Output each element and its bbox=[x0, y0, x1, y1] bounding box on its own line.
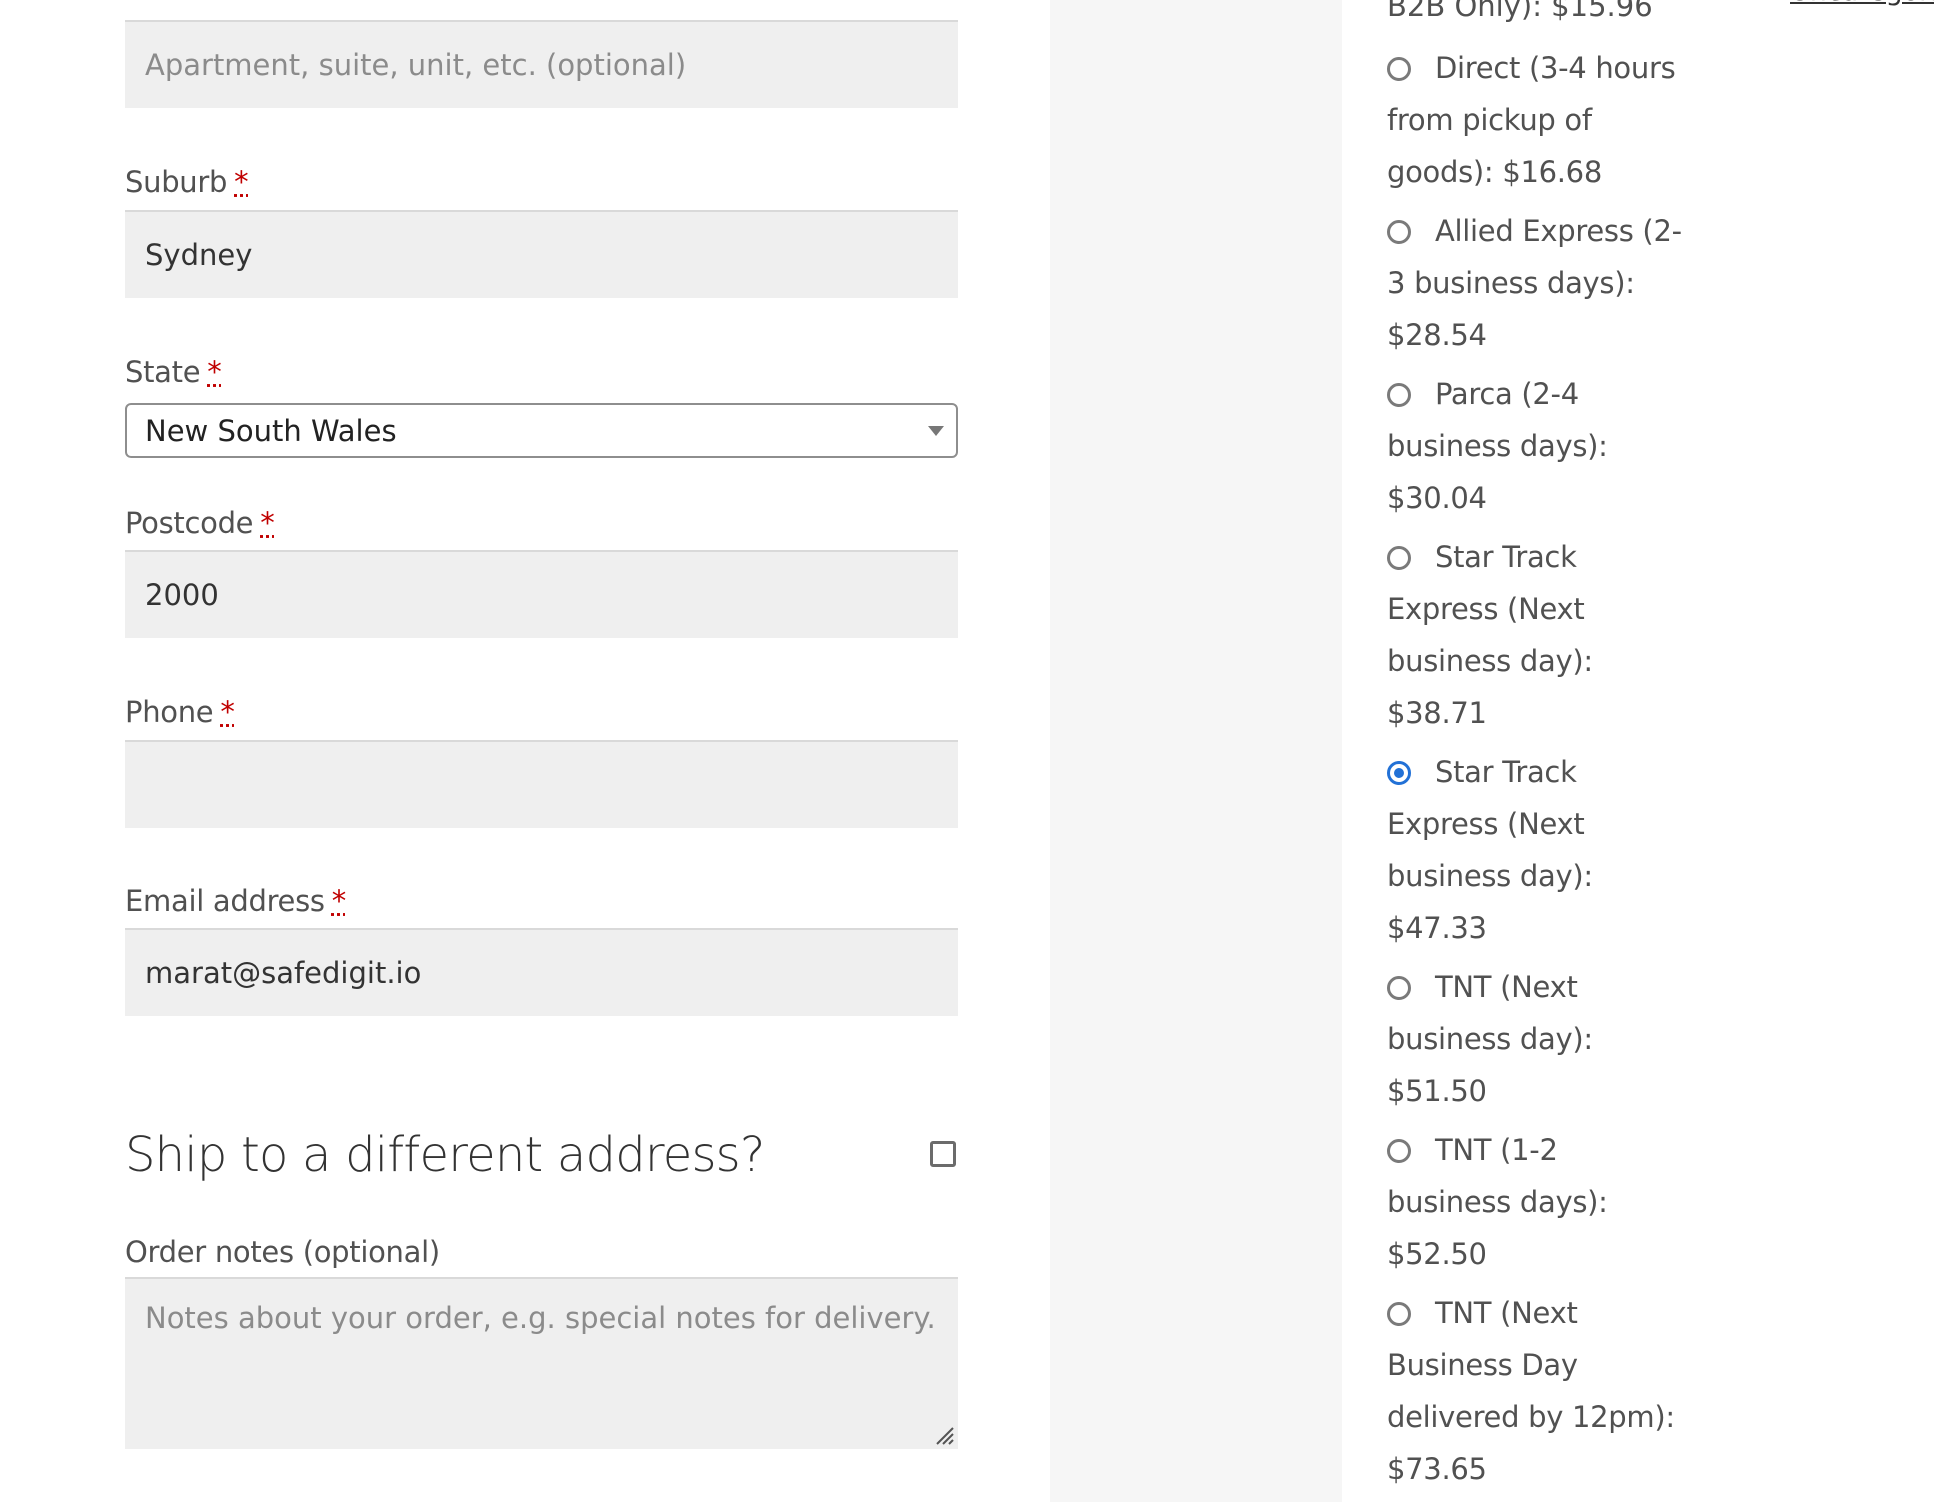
category-link[interactable]: Uncategori bbox=[1790, 0, 1934, 12]
shipping-option-label: Star Track Express (Next business day): … bbox=[1387, 540, 1593, 730]
email-label: Email address * bbox=[125, 883, 346, 919]
shipping-option[interactable]: Star Track Express (Next business day): … bbox=[1387, 746, 1687, 954]
shipping-option[interactable]: TNT (1-2 business days): $52.50 bbox=[1387, 1124, 1687, 1280]
postcode-label: Postcode * bbox=[125, 505, 275, 541]
shipping-option-radio[interactable] bbox=[1387, 546, 1411, 570]
shipping-option-label: TNT (Next business day): $51.50 bbox=[1387, 970, 1593, 1108]
shipping-option-radio[interactable] bbox=[1387, 57, 1411, 81]
phone-label: Phone * bbox=[125, 694, 235, 730]
shipping-option-cut-text: B2B Only): $15.96 bbox=[1387, 0, 1653, 23]
email-label-text: Email address bbox=[125, 884, 325, 918]
apartment-field[interactable] bbox=[125, 20, 958, 108]
shipping-option[interactable]: Star Track Express (Next business day): … bbox=[1387, 531, 1687, 739]
suburb-label: Suburb * bbox=[125, 164, 249, 200]
chevron-down-icon bbox=[928, 426, 944, 436]
required-mark: * bbox=[331, 884, 347, 918]
ship-different-heading: Ship to a different address? bbox=[125, 1127, 765, 1183]
state-select[interactable]: New South Wales bbox=[125, 403, 958, 458]
suburb-field[interactable] bbox=[125, 210, 958, 298]
shipping-option-radio[interactable] bbox=[1387, 383, 1411, 407]
resize-handle-icon[interactable] bbox=[931, 1422, 955, 1446]
postcode-field[interactable] bbox=[125, 550, 958, 638]
suburb-label-text: Suburb bbox=[125, 165, 228, 199]
shipping-option-label: Star Track Express (Next business day): … bbox=[1387, 755, 1593, 945]
shipping-option[interactable]: TNT (Next Business Day delivered by 12pm… bbox=[1387, 1287, 1687, 1495]
postcode-label-text: Postcode bbox=[125, 506, 254, 540]
shipping-option[interactable]: Direct (3-4 hours from pickup of goods):… bbox=[1387, 42, 1687, 198]
state-label: State * bbox=[125, 354, 222, 390]
ship-different-checkbox[interactable] bbox=[930, 1141, 956, 1167]
shipping-option-label: Direct (3-4 hours from pickup of goods):… bbox=[1387, 51, 1676, 189]
email-field[interactable] bbox=[125, 928, 958, 1016]
state-selected-value: New South Wales bbox=[145, 413, 397, 448]
state-label-text: State bbox=[125, 355, 201, 389]
phone-label-text: Phone bbox=[125, 695, 214, 729]
shipping-option-label: Parca (2-4 business days): $30.04 bbox=[1387, 377, 1608, 515]
shipping-option-label: Allied Express (2-3 business days): $28.… bbox=[1387, 214, 1682, 352]
shipping-option-radio[interactable] bbox=[1387, 1139, 1411, 1163]
shipping-option-radio[interactable] bbox=[1387, 220, 1411, 244]
shipping-option-radio[interactable] bbox=[1387, 1302, 1411, 1326]
sidebar-gap bbox=[1050, 0, 1342, 1502]
shipping-option[interactable]: Allied Express (2-3 business days): $28.… bbox=[1387, 205, 1687, 361]
shipping-option[interactable]: Parca (2-4 business days): $30.04 bbox=[1387, 368, 1687, 524]
shipping-option-radio[interactable] bbox=[1387, 976, 1411, 1000]
required-mark: * bbox=[220, 695, 235, 729]
order-notes-label: Order notes (optional) bbox=[125, 1235, 440, 1269]
required-mark: * bbox=[260, 506, 275, 540]
phone-field[interactable] bbox=[125, 740, 958, 828]
shipping-option-label: TNT (1-2 business days): $52.50 bbox=[1387, 1133, 1608, 1271]
order-notes-textarea[interactable] bbox=[125, 1277, 958, 1449]
required-mark: * bbox=[234, 165, 249, 199]
shipping-option[interactable]: TNT (Next business day): $51.50 bbox=[1387, 961, 1687, 1117]
required-mark: * bbox=[207, 355, 222, 389]
shipping-option-label: TNT (Next Business Day delivered by 12pm… bbox=[1387, 1296, 1675, 1486]
shipping-option-radio[interactable] bbox=[1387, 761, 1411, 785]
